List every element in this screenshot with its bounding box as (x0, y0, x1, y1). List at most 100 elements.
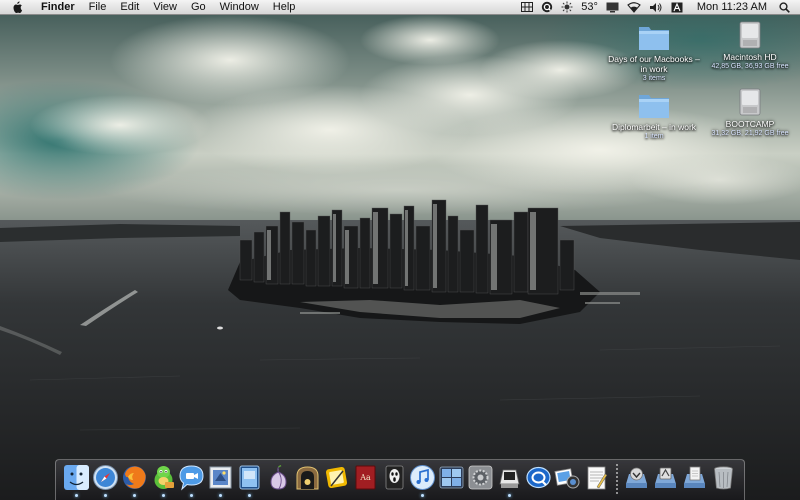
indicator-spacer (479, 494, 482, 497)
weather-icon[interactable] (557, 0, 577, 14)
desktop-icon-info: 31,32 GB, 21,92 GB free (711, 130, 789, 137)
running-indicator (103, 494, 107, 497)
trash-icon (714, 466, 734, 490)
documents-stack-icon (684, 466, 706, 488)
display-icon[interactable] (602, 0, 623, 14)
running-indicator (190, 494, 194, 497)
menu-bar: Finder File Edit View Go Window Help 53°… (0, 0, 800, 15)
indicator-spacer (566, 494, 569, 497)
dock-trash[interactable] (710, 462, 738, 498)
downloads-stack-icon (626, 467, 648, 488)
dock-item-mail[interactable] (207, 462, 235, 498)
dock-item-system-preferences[interactable] (467, 462, 495, 498)
scream-mask-icon (385, 465, 403, 490)
spotlight-icon[interactable] (775, 0, 800, 14)
adium-icon (154, 466, 174, 489)
menu-edit[interactable]: Edit (113, 0, 146, 14)
folder-icon (639, 27, 669, 50)
dock-item-itunes[interactable] (409, 462, 437, 498)
quicktime-icon (526, 466, 551, 489)
menu-clock[interactable]: Mon 11:23 AM (687, 0, 775, 14)
system-preferences-icon (468, 465, 493, 490)
menu-file[interactable]: File (82, 0, 114, 14)
desktop-drive-bootcamp[interactable]: BOOTCAMP 31,32 GB, 21,92 GB free (704, 87, 796, 138)
dock-item-ichat[interactable] (178, 462, 206, 498)
running-indicator (219, 494, 223, 497)
mail-icon (209, 466, 232, 489)
finder-icon (63, 465, 89, 490)
desktop-folder-diplomarbeit[interactable]: Diplomarbeit – in work 1 item (608, 90, 700, 141)
volume-icon[interactable] (645, 0, 667, 14)
quicksilver-icon[interactable] (537, 0, 557, 14)
dock-item-tor[interactable] (265, 462, 293, 498)
dock-stack-documents[interactable] (681, 462, 709, 498)
grid-status-icon[interactable] (517, 0, 537, 14)
wifi-icon[interactable] (623, 0, 645, 14)
menu-app-finder[interactable]: Finder (34, 0, 82, 14)
dock-item-quicktime[interactable] (525, 462, 553, 498)
indicator-spacer (393, 494, 396, 497)
terminal-icon (499, 469, 520, 488)
desktop-icon-label: Diplomarbeit – in work (611, 122, 697, 132)
dock-item-preview[interactable] (236, 462, 264, 498)
desktop-icon-label: Days of our Macbooks – in work (608, 54, 700, 74)
dock-item-scream[interactable] (380, 462, 408, 498)
hard-drive-icon (739, 21, 761, 49)
running-indicator (248, 494, 252, 497)
running-indicator (421, 494, 425, 497)
dock-item-spaces[interactable] (438, 462, 466, 498)
dock-separator[interactable] (615, 464, 618, 496)
indicator-spacer (722, 494, 725, 497)
dock-item-finder[interactable] (63, 462, 91, 498)
indicator-spacer (306, 494, 309, 497)
desktop-icon-info: 3 items (642, 75, 666, 82)
dock-item-pages[interactable] (322, 462, 350, 498)
svg-text:Aa: Aa (359, 473, 371, 482)
running-indicator (508, 494, 512, 497)
dictionary-icon: Aa (355, 465, 376, 490)
preview-icon (239, 465, 260, 490)
iphoto-icon (554, 468, 580, 489)
spaces-icon (439, 466, 464, 489)
menu-view[interactable]: View (146, 0, 184, 14)
dock-item-firefox[interactable] (120, 462, 148, 498)
desktop-icon-label: BOOTCAMP (725, 119, 775, 129)
indicator-spacer (537, 494, 540, 497)
hard-drive-icon (739, 88, 761, 116)
status-area: 53° Mon 11:23 AM (517, 0, 800, 14)
input-menu-icon[interactable] (667, 0, 687, 14)
desktop-icon-label: Macintosh HD (723, 52, 777, 62)
running-indicator (132, 494, 136, 497)
menu-help[interactable]: Help (266, 0, 303, 14)
indicator-spacer (277, 494, 280, 497)
folder-icon (639, 95, 669, 118)
tunnel-icon (296, 466, 319, 490)
menu-go[interactable]: Go (184, 0, 213, 14)
dock-item-tunnel[interactable] (294, 462, 322, 498)
desktop-folder-days-of-our-macbooks[interactable]: Days of our Macbooks – in work 3 items (608, 22, 700, 83)
indicator-spacer (450, 494, 453, 497)
indicator-spacer (664, 494, 667, 497)
desktop-drive-macintosh-hd[interactable]: Macintosh HD 42,85 GB, 36,93 GB free (704, 20, 796, 71)
indicator-spacer (693, 494, 696, 497)
pages-icon (325, 466, 347, 489)
apple-menu-icon[interactable] (10, 0, 24, 14)
indicator-spacer (595, 494, 598, 497)
dock-item-textedit[interactable] (582, 462, 610, 498)
indicator-spacer (335, 494, 338, 497)
running-indicator (161, 494, 165, 497)
menu-window[interactable]: Window (213, 0, 266, 14)
dock-item-adium[interactable] (149, 462, 177, 498)
dock: Aa (55, 459, 745, 500)
safari-icon (92, 465, 118, 490)
temperature-reading[interactable]: 53° (577, 0, 602, 14)
dock-item-terminal[interactable] (496, 462, 524, 498)
indicator-spacer (364, 494, 367, 497)
applications-stack-icon (655, 467, 677, 488)
dock-stack-downloads[interactable] (623, 462, 651, 498)
dock-stack-applications[interactable] (652, 462, 680, 498)
dock-item-safari[interactable] (91, 462, 119, 498)
ichat-icon (179, 465, 204, 491)
dock-item-iphoto[interactable] (553, 462, 581, 498)
dock-item-dictionary[interactable]: Aa (351, 462, 379, 498)
